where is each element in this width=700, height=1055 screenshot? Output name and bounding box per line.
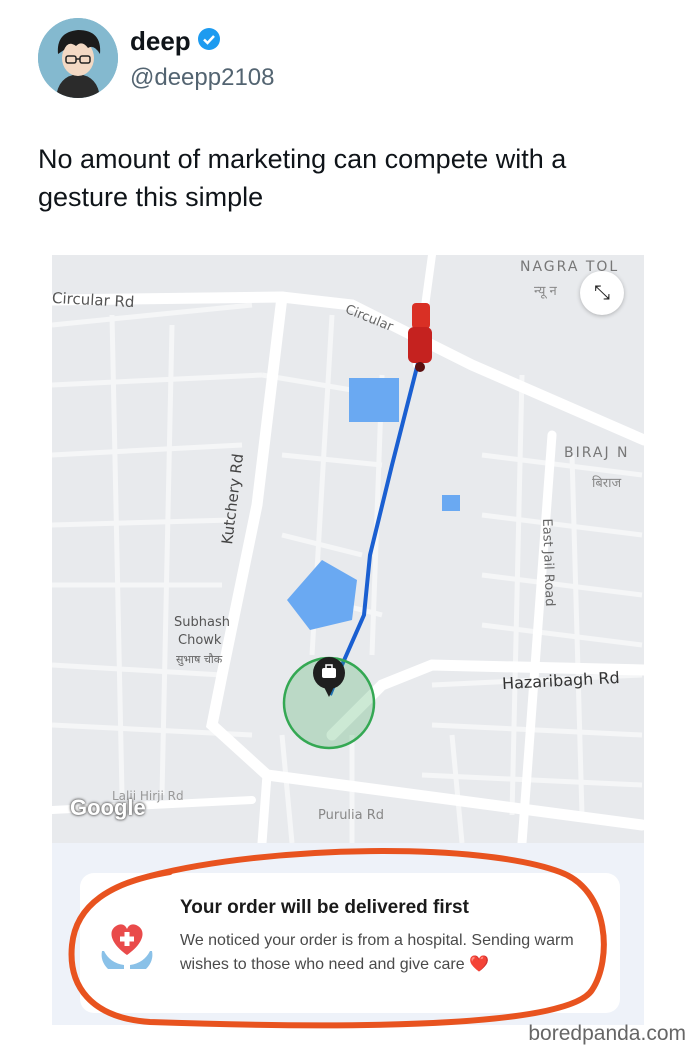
heart-emoji: ❤️: [469, 956, 489, 973]
rider-marker-icon: [408, 303, 432, 372]
tweet-text: No amount of marketing can compete with …: [38, 144, 567, 212]
card-body-text: We noticed your order is from a hospital…: [180, 932, 574, 973]
label-nagra-tol-hindi: न्यू न: [534, 284, 557, 299]
name-row: deep: [130, 26, 221, 57]
tweet-header: deep @deepp2108: [38, 18, 658, 98]
water-body-2: [287, 560, 357, 630]
label-biraj-hindi: बिराज: [592, 476, 622, 491]
delivery-map[interactable]: Circular Rd Circular NAGRA TOL न्यू न BI…: [52, 255, 644, 843]
user-handle[interactable]: @deepp2108: [130, 64, 275, 92]
water-body-1: [349, 378, 399, 422]
label-subhash: Subhash: [174, 615, 230, 630]
collapse-arrows-icon: ⤡: [594, 281, 610, 304]
map-canvas: [52, 255, 644, 843]
collapse-map-button[interactable]: ⤡: [580, 271, 624, 315]
label-purulia-rd: Purulia Rd: [318, 808, 385, 823]
label-subhash-hindi: सुभाष चौक: [176, 653, 223, 666]
card-body: We noticed your order is from a hospital…: [180, 929, 610, 977]
avatar[interactable]: [38, 18, 118, 98]
display-name[interactable]: deep: [130, 26, 191, 57]
order-bottom-sheet: Your order will be delivered first We no…: [52, 843, 644, 1025]
card-title: Your order will be delivered first: [180, 897, 469, 918]
google-logo: Google: [70, 795, 146, 820]
verified-badge-icon: [197, 27, 221, 56]
label-biraj: BIRAJ N: [564, 445, 630, 461]
priority-delivery-card: Your order will be delivered first We no…: [80, 873, 620, 1013]
label-chowk: Chowk: [178, 633, 222, 648]
water-body-3: [442, 495, 460, 511]
heart-care-icon: [96, 911, 158, 973]
watermark: boredpanda.com: [528, 1022, 686, 1045]
label-east-jail-road: East Jail Road: [538, 518, 558, 607]
